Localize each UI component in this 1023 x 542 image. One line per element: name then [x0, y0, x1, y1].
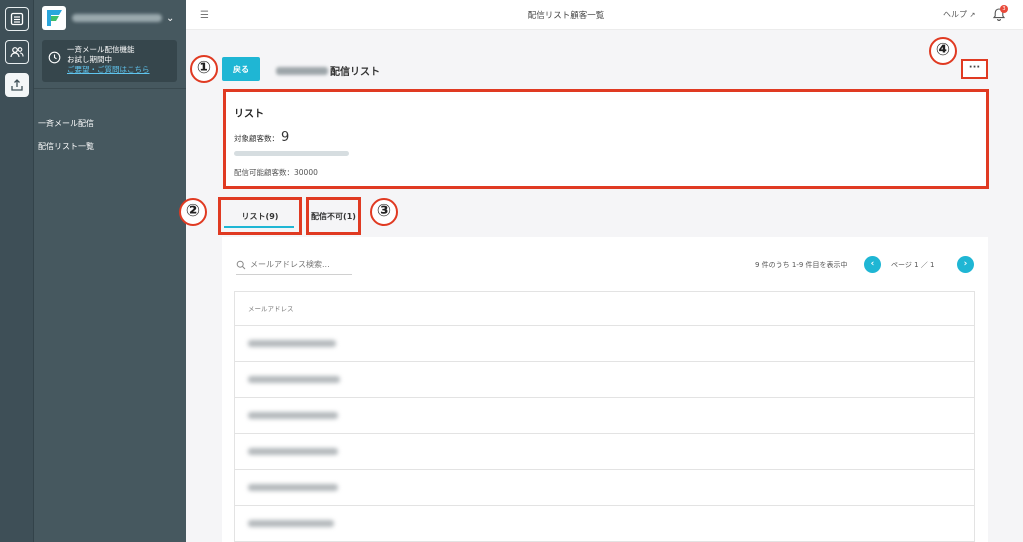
count-label: 対象顧客数：: [234, 134, 279, 143]
table-row[interactable]: [235, 506, 974, 542]
trial-notice: 一斉メール配信機能 お試し期間中 ご要望・ご質問はこちら: [42, 40, 177, 82]
pagination-summary: 9 件のうち 1-9 件目を表示中: [755, 261, 848, 269]
tab-undeliverable-label: 配信不可(1): [311, 211, 356, 221]
search-icon: [236, 255, 246, 274]
page-indicator: ページ 1 ／ 1: [891, 261, 935, 269]
search-input[interactable]: [250, 260, 350, 269]
list-summary-card: リスト 対象顧客数： 9 配信可能顧客数：30000: [223, 89, 989, 189]
count-value: 9: [281, 130, 290, 145]
tab-undeliverable[interactable]: 配信不可(1): [306, 197, 361, 235]
email-table: メールアドレス: [234, 291, 975, 542]
back-button[interactable]: 戻る: [222, 57, 260, 81]
page-title: 配信リスト顧客一覧: [527, 11, 605, 21]
help-link[interactable]: ヘルプ ↗: [943, 9, 975, 20]
list-name-blurred: [276, 66, 328, 75]
external-link-icon: ↗: [969, 11, 976, 19]
brand-logo: [42, 6, 66, 30]
trial-title: 一斉メール配信機能: [67, 45, 135, 54]
target-customer-count: 対象顧客数： 9: [234, 130, 289, 145]
email-blurred: [248, 484, 338, 491]
table-row[interactable]: [235, 470, 974, 506]
calendar-list-icon[interactable]: [5, 7, 29, 31]
email-blurred: [248, 340, 336, 347]
tab-list[interactable]: リスト(9): [218, 197, 302, 235]
table-row[interactable]: [235, 434, 974, 470]
callout-4: ④: [929, 37, 957, 65]
recipient-list-panel: 9 件のうち 1-9 件目を表示中 ‹ ページ 1 ／ 1 › メールアドレス: [222, 237, 988, 542]
chevron-down-icon[interactable]: ⌄: [166, 13, 174, 24]
sidebar-item-bulk-mail[interactable]: 一斉メール配信: [38, 118, 94, 129]
callout-1: ①: [190, 55, 218, 83]
callout-3: ③: [370, 198, 398, 226]
column-header-email: メールアドレス: [235, 292, 974, 326]
feedback-link[interactable]: ご要望・ご質問はこちら: [67, 65, 150, 75]
active-tab-indicator: [224, 226, 294, 228]
list-title-suffix: 配信リスト: [330, 67, 380, 78]
table-row[interactable]: [235, 398, 974, 434]
icon-rail: [0, 0, 34, 542]
summary-title: リスト: [234, 109, 264, 120]
workspace-name-blurred: [72, 14, 162, 22]
sidebar-divider: [34, 88, 186, 89]
email-blurred: [248, 520, 334, 527]
users-icon[interactable]: [5, 40, 29, 64]
upload-tray-icon[interactable]: [5, 73, 29, 97]
email-blurred: [248, 376, 340, 383]
callout-2: ②: [179, 198, 207, 226]
email-blurred: [248, 412, 338, 419]
notification-badge: 3: [1000, 5, 1008, 13]
help-label: ヘルプ: [943, 10, 967, 19]
email-search[interactable]: [236, 255, 352, 275]
top-bar: ☰ 配信リスト顧客一覧 ヘルプ ↗ 3: [186, 0, 1023, 30]
workspace-switcher[interactable]: ⌄: [42, 6, 182, 30]
email-blurred: [248, 448, 338, 455]
list-title: 配信リスト: [276, 63, 380, 78]
next-page-button[interactable]: ›: [957, 256, 974, 273]
prev-page-button[interactable]: ‹: [864, 256, 881, 273]
more-options-button[interactable]: ···: [961, 59, 988, 79]
tab-list-label: リスト(9): [241, 211, 279, 221]
deliverable-limit: 配信可能顧客数：30000: [234, 168, 318, 177]
table-row[interactable]: [235, 362, 974, 398]
clock-icon: [48, 45, 61, 77]
table-row[interactable]: [235, 326, 974, 362]
sidebar: ⌄ 一斉メール配信機能 お試し期間中 ご要望・ご質問はこちら 一斉メール配信 配…: [34, 0, 186, 542]
usage-progress-bar: [234, 151, 349, 156]
sidebar-item-delivery-lists[interactable]: 配信リスト一覧: [38, 141, 94, 152]
trial-status: お試し期間中: [67, 55, 112, 64]
